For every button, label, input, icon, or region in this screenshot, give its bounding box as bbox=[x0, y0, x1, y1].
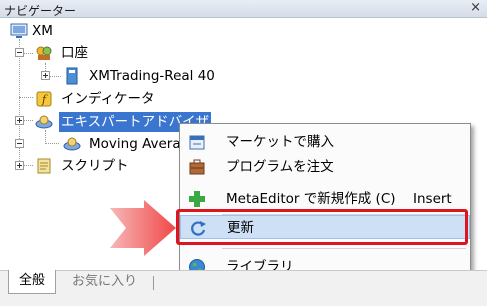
tree-label-expert: Moving Avera bbox=[89, 136, 181, 152]
tree-label-account: XMTrading-Real 40 bbox=[89, 68, 215, 84]
context-menu: マーケットで購入 プログラムを注文 MetaEditor で新規作成 (C) I… bbox=[179, 123, 471, 288]
accounts-icon bbox=[36, 46, 52, 60]
collapse-expander[interactable] bbox=[15, 139, 24, 148]
expand-expander[interactable] bbox=[15, 161, 24, 170]
tree-line bbox=[49, 76, 61, 77]
menu-item-new-metaeditor[interactable]: MetaEditor で新規作成 (C) Insert bbox=[180, 187, 470, 211]
briefcase-icon bbox=[189, 159, 205, 175]
terminal-icon bbox=[10, 23, 28, 38]
tree-line bbox=[19, 97, 33, 98]
menu-item-buy-market[interactable]: マーケットで購入 bbox=[180, 130, 470, 154]
collapse-expander[interactable] bbox=[15, 48, 24, 57]
market-icon bbox=[189, 135, 205, 150]
expert-advisor-icon bbox=[35, 115, 53, 129]
tree-line bbox=[45, 143, 59, 144]
tab-separator bbox=[153, 276, 154, 290]
tree-label-scripts: スクリプト bbox=[61, 158, 129, 174]
navigator-tab-bar: 全般 お気に入り bbox=[0, 270, 487, 306]
menu-label: マーケットで購入 bbox=[226, 134, 334, 150]
menu-label: MetaEditor で新規作成 (C) bbox=[226, 191, 396, 207]
menu-separator bbox=[222, 248, 466, 249]
menu-shortcut: Insert bbox=[413, 191, 452, 207]
tree-line bbox=[45, 130, 46, 144]
expand-expander[interactable] bbox=[41, 71, 50, 80]
expand-expander[interactable] bbox=[15, 116, 24, 125]
tree-label-indicators: インディケータ bbox=[61, 91, 155, 107]
expert-advisor-icon bbox=[63, 137, 81, 151]
script-icon bbox=[37, 158, 51, 174]
plus-icon bbox=[189, 191, 205, 207]
tree-label-root: XM bbox=[32, 23, 53, 39]
menu-label: プログラムを注文 bbox=[226, 159, 334, 175]
tab-general[interactable]: 全般 bbox=[8, 270, 57, 294]
account-icon bbox=[66, 67, 78, 85]
indicator-icon: f bbox=[36, 91, 52, 107]
navigator-title-bar: ナビゲーター × bbox=[0, 0, 487, 18]
close-icon[interactable]: × bbox=[470, 0, 481, 15]
tab-favorites[interactable]: お気に入り bbox=[62, 271, 147, 293]
navigator-title: ナビゲーター bbox=[4, 4, 77, 18]
menu-item-order-program[interactable]: プログラムを注文 bbox=[180, 155, 470, 179]
tree-label-accounts: 口座 bbox=[61, 45, 88, 61]
highlight-annotation bbox=[176, 209, 468, 245]
red-arrow-icon bbox=[110, 200, 176, 256]
